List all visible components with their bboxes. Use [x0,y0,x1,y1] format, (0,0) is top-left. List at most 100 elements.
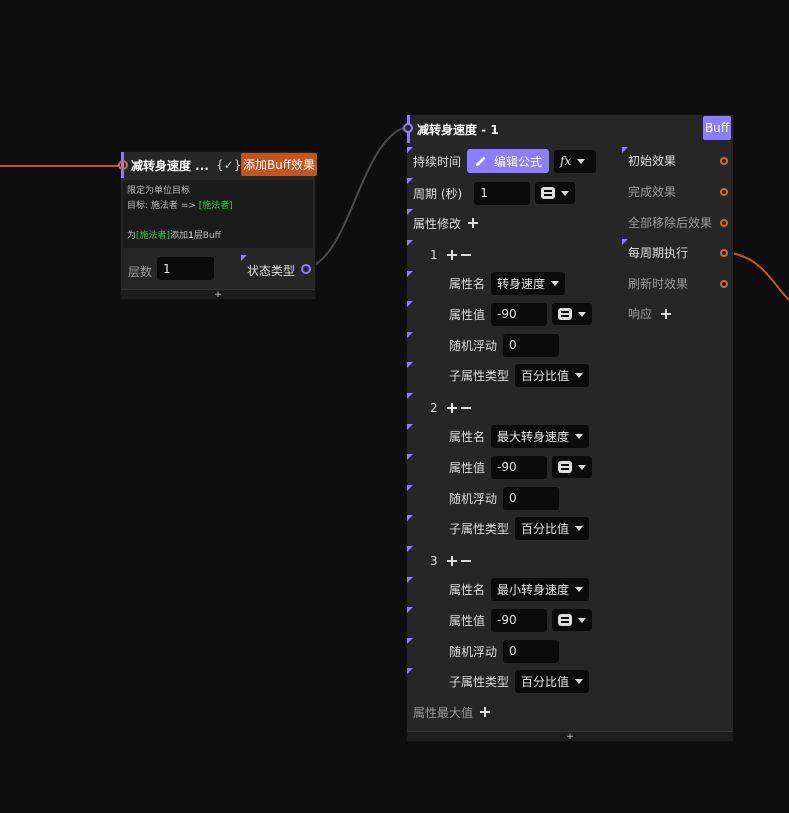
buff-node[interactable]: 减转身速度 - 1 Buff 持续时间 编辑公式 fx 周期 (秒) 1 属性修… [403,114,734,742]
state-type-port-marker [241,255,247,261]
check-icon[interactable]: {✓} [216,158,241,172]
attr-value-label: 属性值 [449,460,486,475]
float-row: 随机浮动 0 [449,639,560,663]
port-marker [407,577,413,583]
remove-item-icon[interactable] [460,249,472,261]
subtype-dropdown[interactable]: 百分比值 [515,669,590,693]
subtype-row: 子属性类型 百分比值 [449,363,590,387]
chevron-down-icon [575,678,584,684]
port-marker [407,332,413,338]
desc-line-1: 限定为单位目标 [127,186,191,196]
subtype-dropdown[interactable]: 百分比值 [515,516,590,540]
remove-item-icon[interactable] [460,555,472,567]
attr-name-dropdown[interactable]: 最大转身速度 [491,424,590,448]
group-index: 3 [430,554,438,568]
group-header: 1 [430,246,472,264]
attr-value-input[interactable]: -90 [491,608,548,632]
description-box: 限定为单位目标 目标: 施法者 => [施法者] 为[施法者]添加1层Buff [123,180,313,248]
attr-value-input[interactable]: -90 [491,302,548,326]
add-buff-node-header[interactable]: 减转身速度 ... {✓} 添加Buff效果 [118,152,317,178]
remove-item-icon[interactable] [460,402,472,414]
attr-value-input[interactable]: -90 [491,455,548,479]
attr-value-mode-dropdown[interactable] [552,456,593,478]
chevron-down-icon [575,433,584,439]
desc-line-2: 目标: 施法者 => [施法者] [127,201,233,211]
float-input[interactable]: 0 [503,639,560,663]
add-item-icon[interactable] [446,555,458,567]
attr-name-dropdown[interactable]: 转身速度 [491,271,566,295]
add-buff-effect-button[interactable]: 添加Buff效果 [241,153,317,176]
fx-mode-dropdown[interactable]: fx [554,149,597,173]
group-index: 2 [430,401,438,415]
add-buff-node[interactable]: 减转身速度 ... {✓} 添加Buff效果 限定为单位目标 目标: 施法者 =… [118,151,317,300]
on-refresh-port[interactable] [720,279,728,288]
buff-node-header[interactable]: 减转身速度 - 1 Buff [403,115,733,143]
equals-icon [558,461,573,473]
float-row: 随机浮动 0 [449,333,560,357]
add-item-icon[interactable] [446,249,458,261]
attr-mod-label: 属性修改 [413,216,462,231]
attr-name-label: 属性名 [449,429,486,444]
each-period-port[interactable] [720,248,728,257]
port-marker [407,393,413,399]
attr-name-label: 属性名 [449,276,486,291]
port-marker [407,424,413,430]
group-header: 2 [430,399,472,417]
add-item-icon[interactable] [446,402,458,414]
attr-max-row: 属性最大值 [413,703,491,721]
port-marker [407,546,413,552]
attr-name-row: 属性名 最小转身速度 [449,577,590,601]
subtype-label: 子属性类型 [449,368,510,383]
attr-value-row: 属性值 -90 [449,302,593,326]
equals-icon [558,308,573,320]
attr-value-row: 属性值 -90 [449,455,593,479]
buff-node-title: 减转身速度 - 1 [417,122,499,137]
caster-link[interactable]: [施法者] [199,201,233,211]
layers-label: 层数 [128,265,153,279]
period-row: 周期 (秒) 1 [413,181,576,205]
add-buff-node-footer[interactable]: + [121,289,315,300]
state-type-label: 状态类型 [247,264,296,278]
chevron-down-icon [577,158,586,164]
chevron-down-icon [551,280,560,286]
node-title: 减转身速度 ... [131,158,209,173]
add-attr-max-icon[interactable] [479,706,491,718]
chevron-down-icon [575,586,584,592]
float-input[interactable]: 0 [503,486,560,510]
subtype-dropdown[interactable]: 百分比值 [515,363,590,387]
attr-value-mode-dropdown[interactable] [552,303,593,325]
buff-node-footer[interactable]: + [407,731,733,742]
port-marker [407,607,413,613]
period-input[interactable]: 1 [474,181,531,205]
group-index: 1 [430,248,438,262]
equals-icon [541,187,556,199]
edit-formula-button[interactable]: 编辑公式 [467,149,550,173]
complete-effect-port[interactable] [720,187,728,196]
duration-row: 持续时间 编辑公式 fx [413,149,597,173]
float-label: 随机浮动 [449,644,498,659]
port-marker [407,515,413,521]
chevron-down-icon [578,617,587,623]
float-input[interactable]: 0 [503,333,560,357]
equals-icon [558,614,573,626]
chevron-down-icon [575,525,584,531]
buff-input-port[interactable] [403,123,413,133]
attr-mod-row: 属性修改 [413,214,479,232]
after-remove-all-port[interactable] [720,218,728,227]
state-type-output-port[interactable] [301,264,311,274]
layers-input[interactable]: 1 [157,257,214,280]
input-port[interactable] [118,160,128,170]
port-marker [407,668,413,674]
port-marker [407,485,413,491]
float-row: 随机浮动 0 [449,486,560,510]
add-response-icon[interactable] [660,308,672,320]
period-mode-dropdown[interactable] [535,182,576,204]
subtype-label: 子属性类型 [449,674,510,689]
fx-icon: fx [560,154,572,168]
caster-link-2[interactable]: [施法者] [136,231,170,241]
attr-name-dropdown[interactable]: 最小转身速度 [491,577,590,601]
attr-value-mode-dropdown[interactable] [552,609,593,631]
add-attr-mod-icon[interactable] [467,217,479,229]
initial-effect-port[interactable] [720,156,728,165]
output-complete: 完成效果 [628,183,728,200]
